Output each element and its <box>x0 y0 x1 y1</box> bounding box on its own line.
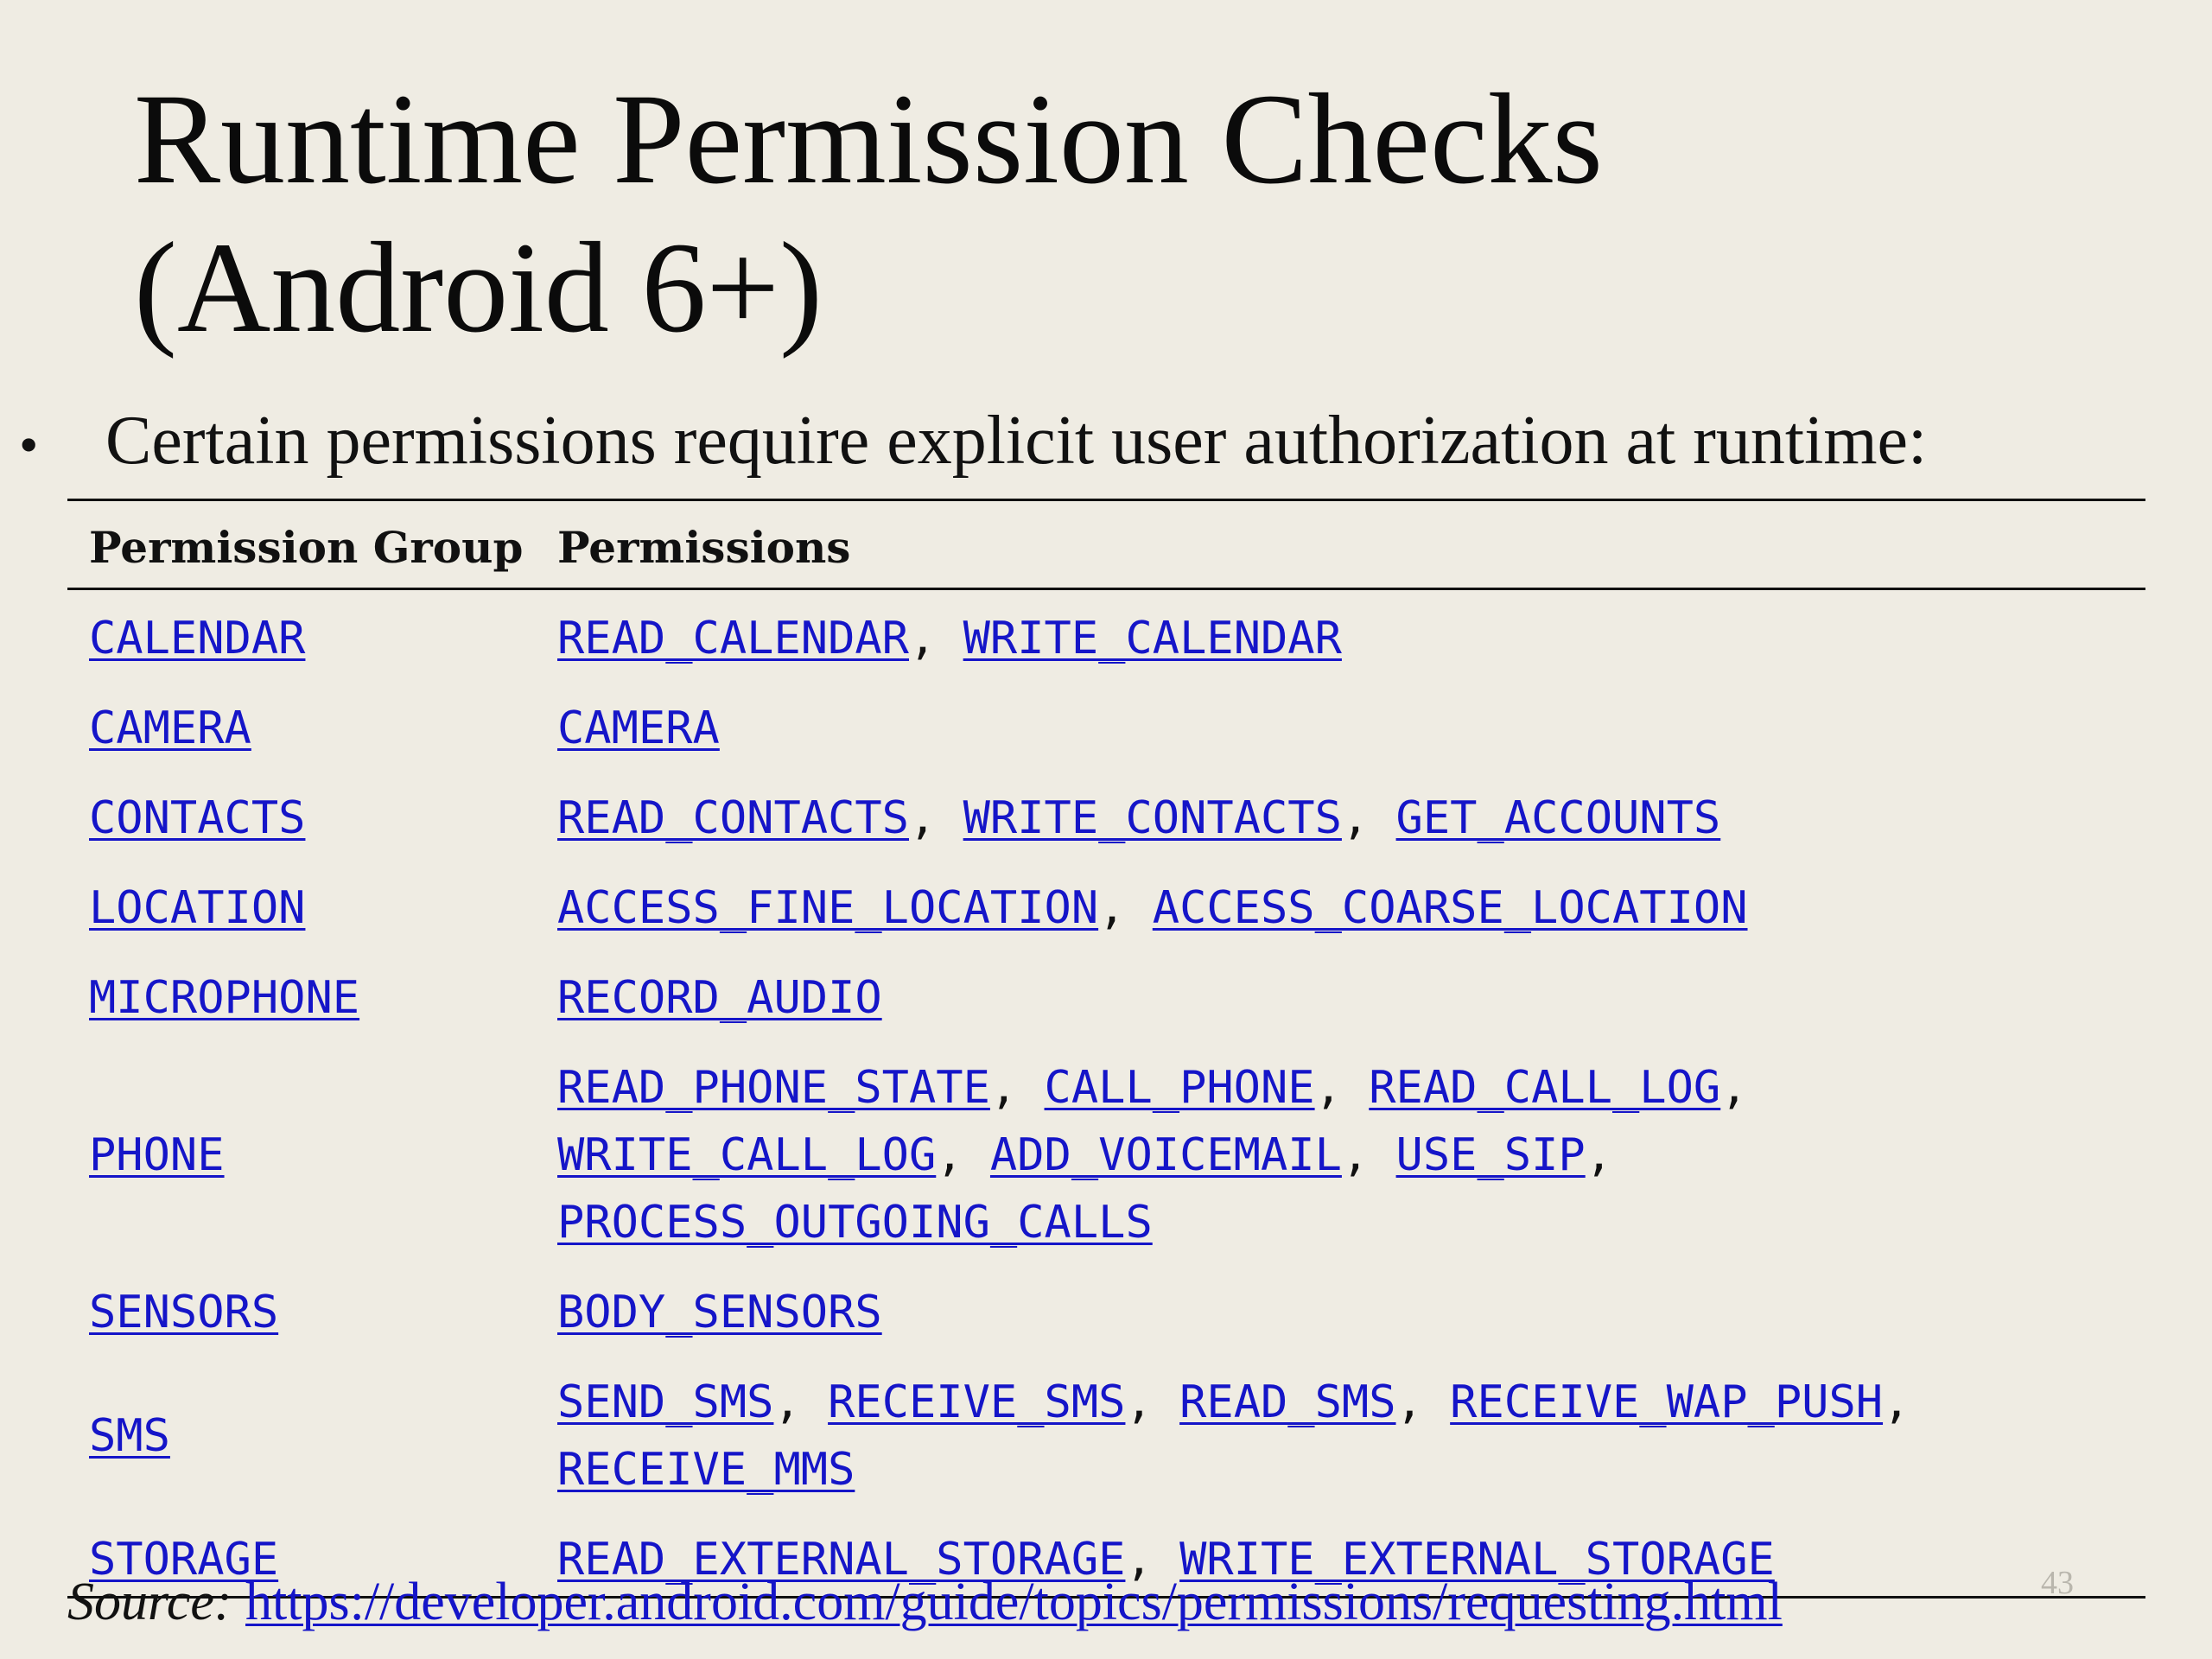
permission-group-cell: CALENDAR <box>89 605 305 672</box>
permissions-cell: READ_CONTACTS, WRITE_CONTACTS, GET_ACCOU… <box>557 785 2164 852</box>
table-row: PHONE READ_PHONE_STATE, CALL_PHONE, READ_… <box>0 1054 2212 1256</box>
permission-group-link-sms[interactable]: SMS <box>89 1410 170 1462</box>
source-citation: Source: https://developer.android.com/gu… <box>67 1571 1783 1633</box>
page-number: 43 <box>2041 1565 2074 1601</box>
table-row: LOCATION ACCESS_FINE_LOCATION, ACCESS_COA… <box>0 874 2212 942</box>
permissions-line: READ_CALENDAR, WRITE_CALENDAR <box>557 605 2164 672</box>
permission-link-access-fine-location[interactable]: ACCESS_FINE_LOCATION <box>557 882 1098 934</box>
source-label: Source: <box>67 1573 232 1631</box>
permissions-line: RECORD_AUDIO <box>557 964 2164 1032</box>
comma-separator: , <box>1125 1376 1180 1428</box>
permission-link-receive-wap-push[interactable]: RECEIVE_WAP_PUSH <box>1450 1376 1883 1428</box>
permission-link-write-call-log[interactable]: WRITE_CALL_LOG <box>557 1129 936 1181</box>
permission-link-access-coarse-location[interactable]: ACCESS_COARSE_LOCATION <box>1153 882 1748 934</box>
permission-group-link-location[interactable]: LOCATION <box>89 882 305 934</box>
comma-separator: , <box>989 1062 1045 1114</box>
table-row: SENSORS BODY_SENSORS <box>0 1279 2212 1346</box>
permissions-line: ACCESS_FINE_LOCATION, ACCESS_COARSE_LOCA… <box>557 874 2164 942</box>
permission-group-cell: CONTACTS <box>89 785 305 852</box>
comma-separator: , <box>1314 1062 1370 1114</box>
table-row: MICROPHONE RECORD_AUDIO <box>0 964 2212 1032</box>
permissions-cell: SEND_SMS, RECEIVE_SMS, READ_SMS, RECEIVE… <box>557 1369 2164 1503</box>
permissions-cell: ACCESS_FINE_LOCATION, ACCESS_COARSE_LOCA… <box>557 874 2164 942</box>
comma-separator: , <box>1098 882 1153 934</box>
permission-group-cell: MICROPHONE <box>89 964 359 1032</box>
permission-group-cell: PHONE <box>89 1122 225 1189</box>
permission-link-add-voicemail[interactable]: ADD_VOICEMAIL <box>990 1129 1342 1181</box>
permission-group-link-phone[interactable]: PHONE <box>89 1129 225 1181</box>
permission-link-use-sip[interactable]: USE_SIP <box>1396 1129 1586 1181</box>
permission-link-get-accounts[interactable]: GET_ACCOUNTS <box>1396 792 1721 844</box>
comma-separator: , <box>1341 1129 1396 1181</box>
permission-link-read-call-log[interactable]: READ_CALL_LOG <box>1369 1062 1720 1114</box>
permission-link-write-contacts[interactable]: WRITE_CONTACTS <box>963 792 1342 844</box>
permissions-line: CAMERA <box>557 695 2164 762</box>
permissions-cell: CAMERA <box>557 695 2164 762</box>
comma-separator: , <box>1341 792 1396 844</box>
permission-group-cell: SMS <box>89 1402 170 1470</box>
permissions-line: RECEIVE_MMS <box>557 1436 2164 1503</box>
permission-group-link-calendar[interactable]: CALENDAR <box>89 613 305 664</box>
permission-link-body-sensors[interactable]: BODY_SENSORS <box>557 1287 882 1338</box>
permission-link-send-sms[interactable]: SEND_SMS <box>557 1376 773 1428</box>
permissions-line: BODY_SENSORS <box>557 1279 2164 1346</box>
permissions-cell: READ_PHONE_STATE, CALL_PHONE, READ_CALL_… <box>557 1054 2164 1256</box>
table-row: CAMERA CAMERA <box>0 695 2212 762</box>
permissions-line: WRITE_CALL_LOG, ADD_VOICEMAIL, USE_SIP, <box>557 1122 2164 1189</box>
permission-group-cell: SENSORS <box>89 1279 278 1346</box>
table-row: CONTACTS READ_CONTACTS, WRITE_CONTACTS, G… <box>0 785 2212 852</box>
comma-separator: , <box>1883 1376 1910 1428</box>
permissions-cell: READ_CALENDAR, WRITE_CALENDAR <box>557 605 2164 672</box>
permission-group-link-sensors[interactable]: SENSORS <box>89 1287 278 1338</box>
source-link[interactable]: https://developer.android.com/guide/topi… <box>245 1573 1783 1631</box>
comma-separator: , <box>909 613 963 664</box>
permission-group-link-contacts[interactable]: CONTACTS <box>89 792 305 844</box>
permission-link-write-calendar[interactable]: WRITE_CALENDAR <box>963 613 1342 664</box>
comma-separator: , <box>1585 1129 1613 1181</box>
permission-link-call-phone[interactable]: CALL_PHONE <box>1045 1062 1315 1114</box>
permission-link-read-contacts[interactable]: READ_CONTACTS <box>557 792 909 844</box>
permission-link-read-sms[interactable]: READ_SMS <box>1179 1376 1395 1428</box>
permission-link-camera[interactable]: CAMERA <box>557 702 720 754</box>
permission-link-read-calendar[interactable]: READ_CALENDAR <box>557 613 909 664</box>
permission-group-cell: LOCATION <box>89 874 305 942</box>
permission-link-receive-sms[interactable]: RECEIVE_SMS <box>828 1376 1125 1428</box>
comma-separator: , <box>936 1129 990 1181</box>
permission-table-body: CALENDAR READ_CALENDAR, WRITE_CALENDAR CAM… <box>0 0 2212 1659</box>
permission-group-cell: CAMERA <box>89 695 251 762</box>
permissions-line: SEND_SMS, RECEIVE_SMS, READ_SMS, RECEIVE… <box>557 1369 2164 1436</box>
table-row: CALENDAR READ_CALENDAR, WRITE_CALENDAR <box>0 605 2212 672</box>
comma-separator: , <box>1395 1376 1451 1428</box>
permission-link-read-phone-state[interactable]: READ_PHONE_STATE <box>557 1062 990 1114</box>
comma-separator: , <box>773 1376 829 1428</box>
permissions-line: READ_PHONE_STATE, CALL_PHONE, READ_CALL_… <box>557 1054 2164 1122</box>
permissions-line: READ_CONTACTS, WRITE_CONTACTS, GET_ACCOU… <box>557 785 2164 852</box>
permission-group-link-microphone[interactable]: MICROPHONE <box>89 972 359 1024</box>
comma-separator: , <box>1720 1062 1748 1114</box>
table-row: SMS SEND_SMS, RECEIVE_SMS, READ_SMS, RECE… <box>0 1369 2212 1503</box>
permission-link-process-outgoing-calls[interactable]: PROCESS_OUTGOING_CALLS <box>557 1197 1153 1249</box>
permissions-line: PROCESS_OUTGOING_CALLS <box>557 1189 2164 1256</box>
comma-separator: , <box>909 792 963 844</box>
permission-link-receive-mms[interactable]: RECEIVE_MMS <box>557 1444 855 1496</box>
permissions-cell: BODY_SENSORS <box>557 1279 2164 1346</box>
permission-link-record-audio[interactable]: RECORD_AUDIO <box>557 972 882 1024</box>
permission-group-link-camera[interactable]: CAMERA <box>89 702 251 754</box>
permissions-cell: RECORD_AUDIO <box>557 964 2164 1032</box>
